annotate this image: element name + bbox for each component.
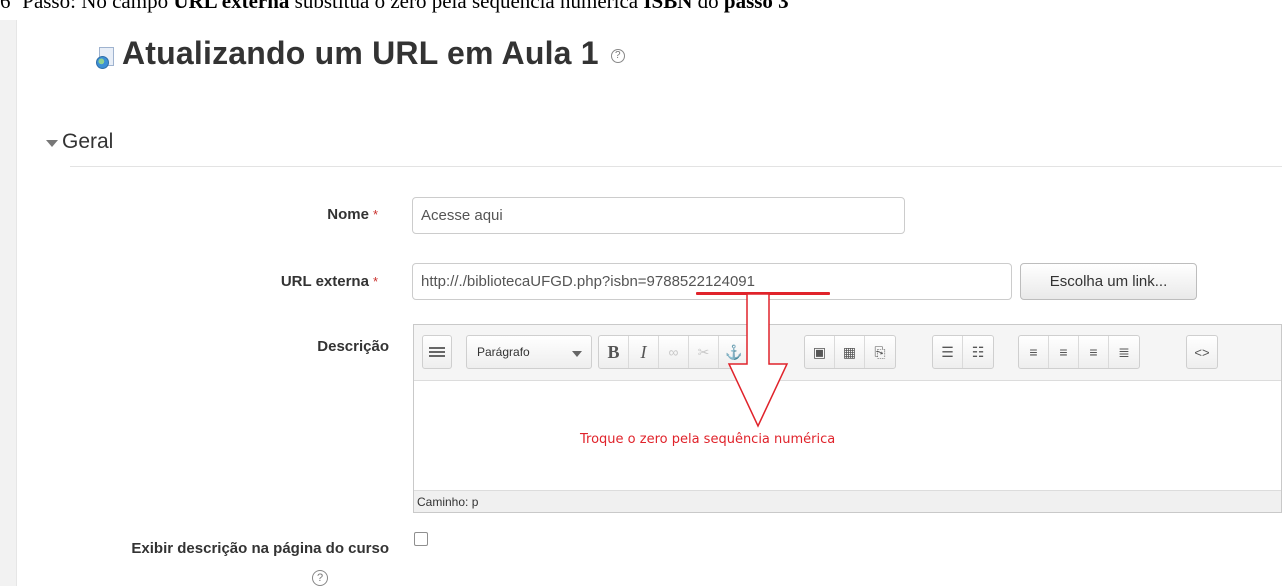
- url-resource-icon: [96, 47, 116, 69]
- required-icon: *: [372, 207, 378, 222]
- caption-step: passo 3: [723, 0, 789, 13]
- show-description-checkbox[interactable]: [414, 532, 428, 546]
- list-group: ☰ ☷: [932, 335, 994, 369]
- caret-down-icon: [46, 139, 58, 147]
- html-source-icon[interactable]: <>: [1187, 336, 1217, 368]
- link-icon[interactable]: ∞: [659, 336, 689, 368]
- media-icon[interactable]: ▦: [835, 336, 865, 368]
- chevron-down-icon: [572, 351, 582, 357]
- caption-field-name: URL externa: [173, 0, 290, 13]
- caption-isbn: ISBN: [643, 0, 693, 13]
- instruction-caption: 6º Passo: No campo URL externa substitua…: [0, 0, 1282, 14]
- image-icon[interactable]: ▣: [805, 336, 835, 368]
- media-group: ▣ ▦ ⎘: [804, 335, 896, 369]
- editor-content-area[interactable]: [414, 381, 1281, 491]
- annotation-text: Troque o zero pela sequência numérica: [580, 432, 836, 447]
- section-title: Geral: [62, 130, 114, 153]
- align-group: ≡ ≡ ≡ ≣: [1018, 335, 1140, 369]
- choose-link-button[interactable]: Escolha um link...: [1020, 263, 1197, 300]
- paragraph-format-select[interactable]: Parágrafo: [466, 335, 592, 369]
- section-divider: [70, 166, 1282, 167]
- align-right-icon[interactable]: ≡: [1079, 336, 1109, 368]
- italic-button[interactable]: I: [629, 336, 659, 368]
- editor-path-bar: Caminho: p: [414, 490, 1281, 512]
- required-icon: *: [372, 274, 378, 289]
- caption-suffix: do: [692, 0, 724, 13]
- left-gutter: [0, 20, 17, 586]
- align-center-icon[interactable]: ≡: [1049, 336, 1079, 368]
- bold-button[interactable]: B: [599, 336, 629, 368]
- name-input[interactable]: Acesse aqui: [412, 197, 905, 234]
- annotation-arrow-icon: [727, 294, 789, 428]
- bullet-list-icon[interactable]: ☰: [933, 336, 963, 368]
- align-justify-icon[interactable]: ≣: [1109, 336, 1139, 368]
- name-label: Nome *: [327, 206, 378, 223]
- page-header: Atualizando um URL em Aula 1 ?: [96, 33, 625, 73]
- section-toggle-geral[interactable]: Geral: [46, 130, 113, 154]
- url-label: URL externa *: [280, 273, 378, 290]
- description-editor: Parágrafo B I ∞ ✂ ⚓ ▣ ▦ ⎘ ☰ ☷ ≡ ≡ ≡ ≣ <>: [413, 324, 1282, 513]
- caption-middle: substitua o zero pela sequência numérica: [289, 0, 644, 13]
- align-left-icon[interactable]: ≡: [1019, 336, 1049, 368]
- numbered-list-icon[interactable]: ☷: [963, 336, 993, 368]
- show-description-label: Exibir descrição na página do curso: [131, 540, 389, 557]
- description-label: Descrição: [317, 338, 389, 355]
- toolbar-toggle-icon[interactable]: [422, 335, 452, 369]
- page-title: Atualizando um URL em Aula 1: [122, 34, 599, 71]
- html-group: <>: [1186, 335, 1218, 369]
- manage-files-icon[interactable]: ⎘: [865, 336, 895, 368]
- unlink-icon[interactable]: ✂: [689, 336, 719, 368]
- editor-toolbar: Parágrafo B I ∞ ✂ ⚓ ▣ ▦ ⎘ ☰ ☷ ≡ ≡ ≡ ≣ <>: [414, 325, 1281, 381]
- help-icon[interactable]: ?: [610, 49, 625, 63]
- help-icon[interactable]: ?: [312, 570, 328, 586]
- caption-prefix: 6º Passo: No campo: [0, 0, 174, 13]
